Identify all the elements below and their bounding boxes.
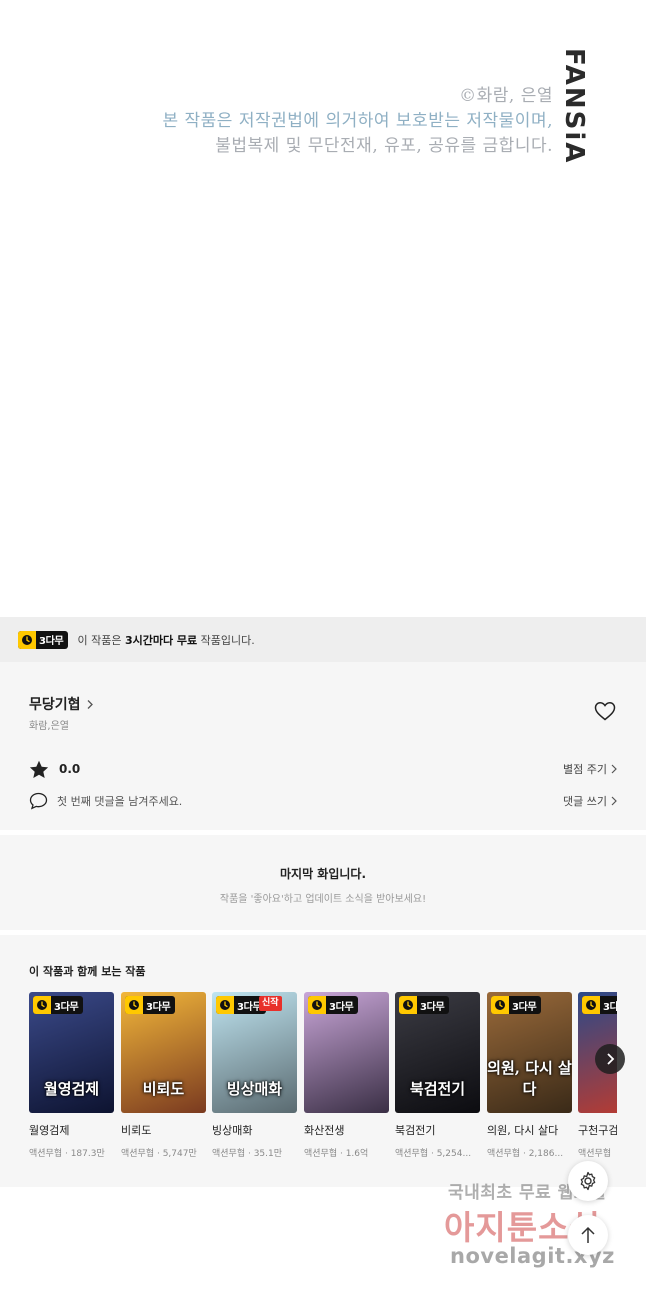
recommendation-card[interactable]: 3다무화산전생액션무협 · 1.6억 (304, 992, 389, 1159)
clock-icon (18, 630, 36, 649)
publisher-logo-text: FANSiA (559, 48, 589, 165)
recommendation-meta: 액션무협 · 2,186... (487, 1149, 564, 1159)
recommendation-card[interactable]: 3다무 의원, 다시 살다 의원, 다시 살다 액션무협 · 2,186... (487, 992, 572, 1159)
cover-title-art: 비뢰도 (142, 1080, 185, 1098)
gear-icon (580, 1171, 596, 1191)
three-hour-free-badge: 3다무 (399, 996, 450, 1014)
heart-icon (594, 702, 616, 721)
cover-title-art: 북검전기 (409, 1080, 466, 1098)
cover-thumbnail: 3다무월영검제 (29, 992, 114, 1113)
comment-row: 첫 번째 댓글을 남겨주세요. 댓글 쓰기 (29, 790, 617, 812)
star-icon (29, 760, 49, 778)
badge-label: 3다무 (329, 1001, 354, 1013)
new-badge: 신작 (259, 996, 282, 1011)
recommendation-card[interactable]: 3다무 비뢰도 비뢰도 액션무협 · 5,747만 (121, 992, 206, 1159)
badge-label: 3다무 (39, 636, 64, 647)
free-notice-text: 이 작품은 3시간마다 무료 작품입니다. (77, 632, 254, 648)
clock-icon (125, 996, 143, 1014)
rating-value: 0.0 (59, 762, 81, 776)
recommendation-meta: 액션무협 · 187.3만 (29, 1149, 105, 1159)
clock-icon (399, 996, 417, 1014)
recommendation-card[interactable]: 3다무 신작 빙상매화 빙상매화 액션무협 · 35.1만 (212, 992, 297, 1159)
like-button[interactable] (594, 701, 618, 723)
last-episode-title: 마지막 화입니다. (279, 867, 367, 881)
cover-thumbnail: 3다무 신작 빙상매화 (212, 992, 297, 1113)
recommendations-carousel: 3다무 월영검제 월영검제 액션무협 · 187.3만 3다무 비뢰도 비뢰도 액션무협 · … (29, 992, 617, 1172)
settings-button[interactable] (568, 1161, 608, 1201)
three-hour-free-badge: 3다무 (491, 996, 542, 1014)
recommendation-card[interactable]: 3다무 월영검제 월영검제 액션무협 · 187.3만 (29, 992, 114, 1159)
last-episode-section: 마지막 화입니다. 작품을 '좋아요'하고 업데이트 소식을 받아보세요! (0, 835, 646, 930)
comment-placeholder[interactable]: 첫 번째 댓글을 남겨주세요. (57, 793, 182, 809)
badge-label: 3다무 (54, 1001, 79, 1013)
recommendations-section: 이 작품과 함께 보는 작품 3다무 월영검제 월영검제 액션무협 · 187.3만 3… (0, 935, 646, 1187)
copyright-text: ©화람, 은열 본 작품은 저작권법에 의거하여 보호받는 저작물이며, 불법복… (162, 84, 553, 159)
cover-thumbnail: 3다무의원, 다시 살다 (487, 992, 572, 1113)
carousel-next-button[interactable] (595, 1044, 625, 1074)
recommendation-title: 북검전기 (395, 1124, 436, 1137)
chevron-right-icon (607, 1053, 615, 1065)
arrow-up-icon (581, 1226, 595, 1243)
last-episode-subtitle: 작품을 '좋아요'하고 업데이트 소식을 받아보세요! (219, 894, 427, 905)
chevron-right-icon (87, 699, 93, 709)
copyright-line-protection: 본 작품은 저작권법에 의거하여 보호받는 저작물이며, (162, 111, 553, 131)
recommendation-title: 비뢰도 (121, 1124, 152, 1137)
write-comment-button[interactable]: 댓글 쓰기 (563, 793, 617, 809)
badge-label: 3다무 (420, 1001, 445, 1013)
three-hour-free-badge: 3다무 (125, 996, 176, 1014)
series-author: 화람,은열 (29, 721, 69, 732)
clock-icon (33, 996, 51, 1014)
speech-bubble-icon (29, 792, 48, 810)
recommendations-title: 이 작품과 함께 보는 작품 (29, 965, 146, 978)
three-hour-free-badge: 3다무 (308, 996, 359, 1014)
recommendation-card[interactable]: 3다구천구검액션무협 (578, 992, 617, 1159)
three-hour-free-badge: 3다무 (18, 630, 69, 649)
recommendation-title: 의원, 다시 살다 (487, 1124, 559, 1137)
cover-title-art: 의원, 다시 살다 (487, 1059, 572, 1098)
recommendation-meta: 액션무협 · 5,254... (395, 1149, 472, 1159)
free-notice-emphasis: 3시간마다 무료 (124, 633, 198, 647)
series-title-link[interactable]: 무당기협 (29, 694, 94, 714)
badge-label: 3다무 (512, 1001, 537, 1013)
clock-icon (582, 996, 600, 1014)
series-info-section: 무당기협 화람,은열 0.0 별점 주기 첫 번째 댓글을 남겨주세요. 댓글 … (0, 662, 646, 830)
recommendation-meta: 액션무협 · 1.6억 (304, 1149, 369, 1159)
recommendation-meta: 액션무협 (578, 1149, 612, 1159)
cover-thumbnail: 3다무북검전기 (395, 992, 480, 1113)
publisher-logo: FANSiA (559, 48, 592, 164)
clock-icon (491, 996, 509, 1014)
copyright-panel: ©화람, 은열 본 작품은 저작권법에 의거하여 보호받는 저작물이며, 불법복… (0, 0, 646, 617)
recommendation-title: 월영검제 (29, 1124, 70, 1137)
clock-icon (216, 996, 234, 1014)
recommendation-meta: 액션무협 · 35.1만 (212, 1149, 283, 1159)
badge-label: 3다 (603, 1001, 617, 1013)
cover-title-art: 빙상매화 (226, 1080, 283, 1098)
copyright-line-prohibition: 불법복제 및 무단전재, 유포, 공유를 금합니다. (215, 136, 553, 156)
three-hour-free-badge: 3다무 (33, 996, 84, 1014)
write-comment-label: 댓글 쓰기 (563, 795, 607, 808)
rate-button[interactable]: 별점 주기 (563, 761, 617, 777)
chevron-right-icon (611, 764, 617, 774)
series-title: 무당기협 (29, 697, 81, 713)
rate-button-label: 별점 주기 (563, 763, 607, 776)
recommendation-meta: 액션무협 · 5,747만 (121, 1149, 197, 1159)
scroll-top-button[interactable] (568, 1215, 608, 1255)
free-notice-prefix: 이 작품은 (77, 633, 125, 647)
recommendation-title: 빙상매화 (212, 1124, 253, 1137)
recommendation-card[interactable]: 3다무 북검전기 북검전기 액션무협 · 5,254... (395, 992, 480, 1159)
cover-title-art: 월영검제 (43, 1080, 100, 1098)
rating-row: 0.0 별점 주기 (29, 758, 617, 780)
cover-thumbnail: 3다무 (304, 992, 389, 1113)
free-notice-suffix: 작품입니다. (197, 633, 255, 647)
chevron-right-icon (611, 796, 617, 806)
clock-icon (308, 996, 326, 1014)
recommendation-title: 구천구검 (578, 1124, 617, 1137)
three-hour-free-badge: 3다 (582, 996, 617, 1014)
copyright-line-holder: ©화람, 은열 (459, 86, 553, 106)
free-notice-bar: 3다무 이 작품은 3시간마다 무료 작품입니다. (0, 617, 646, 662)
recommendation-title: 화산전생 (304, 1124, 345, 1137)
cover-thumbnail: 3다무비뢰도 (121, 992, 206, 1113)
badge-label: 3다무 (146, 1001, 171, 1013)
